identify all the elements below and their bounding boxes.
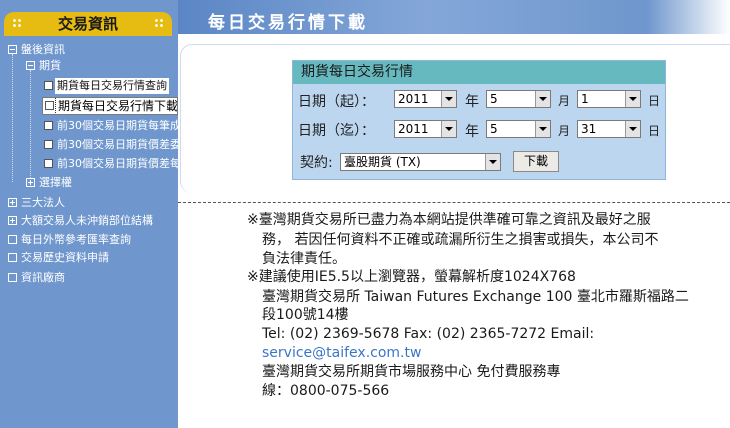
- tree-item-label: 交易歷史資料申請: [21, 251, 109, 264]
- page-icon: [8, 273, 17, 282]
- tree-item-label: 三大法人: [21, 196, 65, 209]
- tree-item-label: 期貨: [39, 59, 61, 72]
- contact-line: Tel: (02) 2369-5678 Fax: (02) 2365-7272 …: [262, 326, 595, 342]
- notice-line: 務， 若因任何資料不正確或疏漏所衍生之損害或損失，本公司不: [262, 232, 659, 248]
- chevron-down-icon[interactable]: [441, 121, 456, 137]
- download-button[interactable]: 下載: [513, 151, 559, 172]
- month-unit: 月: [558, 94, 571, 108]
- page-icon: [44, 81, 53, 90]
- start-date-label: 日期（起）：: [298, 94, 375, 110]
- tree-item-label: 前30個交易日期貨每筆成: [57, 119, 178, 132]
- page-icon: [45, 101, 54, 110]
- address-line: 臺灣期貨交易所 Taiwan Futures Exchange 100 臺北市羅…: [262, 289, 689, 305]
- tree-connector: [12, 54, 14, 182]
- tree-item-label: 資訊廠商: [21, 271, 65, 284]
- chevron-down-icon[interactable]: [625, 91, 640, 107]
- year-unit: 年: [465, 94, 479, 110]
- notice-line: ※臺灣期貨交易所已盡力為本網站提供準確可靠之資訊及最好之服: [247, 212, 651, 228]
- tree-item-label: 大額交易人未沖銷部位結構: [21, 214, 153, 227]
- sidebar-header: 交易資訊: [4, 12, 172, 36]
- tree-item-options[interactable]: 選擇權: [24, 175, 176, 191]
- end-day-select[interactable]: 31: [577, 120, 641, 138]
- page-icon: [44, 121, 53, 130]
- chevron-down-icon[interactable]: [441, 91, 456, 107]
- contract-select[interactable]: 臺股期貨 (TX): [340, 153, 501, 171]
- tree-item-history-request[interactable]: 交易歷史資料申請: [6, 250, 176, 266]
- day-unit: 日: [648, 94, 661, 108]
- year-unit: 年: [465, 124, 479, 140]
- month-unit: 月: [558, 124, 571, 138]
- expand-icon[interactable]: [26, 178, 35, 187]
- page-title: 每日交易行情下載: [208, 13, 368, 33]
- end-month-select[interactable]: 5: [486, 120, 551, 138]
- tree-item-after-hours[interactable]: 盤後資訊: [6, 42, 176, 58]
- hotline-line: 臺灣期貨交易所期貨市場服務中心 免付費服務專: [262, 364, 561, 380]
- tree-item-label: 期貨每日交易行情下載: [54, 98, 177, 114]
- tree-item-large-traders[interactable]: 大額交易人未沖銷部位結構: [6, 213, 176, 229]
- tree-item-30day-spread-orders[interactable]: 前30個交易日期貨價差委: [42, 137, 178, 153]
- dots-icon: [154, 18, 164, 28]
- sidebar: 交易資訊 盤後資訊 期貨 期貨每日交易行情查詢 期貨每日交易行情下載 前30個交…: [0, 0, 178, 428]
- day-unit: 日: [648, 124, 661, 138]
- sidebar-title: 交易資訊: [57, 15, 118, 33]
- tree-connector: [30, 70, 32, 182]
- start-day-value: 1: [581, 92, 589, 106]
- tree-item-institutional[interactable]: 三大法人: [6, 195, 176, 211]
- page-icon: [8, 235, 17, 244]
- address-line: 段100號14樓: [262, 307, 349, 323]
- end-year-select[interactable]: 2011: [394, 120, 457, 138]
- chevron-down-icon[interactable]: [535, 91, 550, 107]
- email-link[interactable]: service@taifex.com.tw: [262, 345, 421, 361]
- expand-icon[interactable]: [8, 198, 17, 207]
- chevron-down-icon[interactable]: [625, 121, 640, 137]
- contract-value: 臺股期貨 (TX): [344, 155, 421, 169]
- email-line: service@taifex.com.tw: [262, 344, 421, 363]
- collapse-icon[interactable]: [26, 61, 35, 70]
- page-icon: [44, 159, 53, 168]
- tree-item-daily-query[interactable]: 期貨每日交易行情查詢: [42, 78, 178, 94]
- end-day-value: 31: [581, 122, 597, 136]
- end-year-value: 2011: [398, 122, 429, 136]
- tree-item-daily-download[interactable]: 期貨每日交易行情下載: [42, 97, 178, 115]
- contract-label: 契約:: [300, 155, 333, 171]
- dots-icon: [12, 18, 22, 28]
- expand-icon[interactable]: [8, 216, 17, 225]
- tree-item-label: 期貨每日交易行情查詢: [55, 78, 169, 94]
- page-icon: [44, 140, 53, 149]
- start-year-select[interactable]: 2011: [394, 90, 457, 108]
- tree-item-fx-rates[interactable]: 每日外幣參考匯率查詢: [6, 232, 176, 248]
- tree-item-label: 前30個交易日期貨價差委: [57, 138, 178, 151]
- tree-item-futures[interactable]: 期貨: [24, 58, 176, 74]
- tree-item-label: 盤後資訊: [21, 43, 65, 56]
- end-date-label: 日期（迄）：: [298, 123, 375, 139]
- page-icon: [8, 253, 17, 262]
- chevron-down-icon[interactable]: [535, 121, 550, 137]
- tree-item-label: 每日外幣參考匯率查詢: [21, 233, 131, 246]
- tree-item-30day-trades[interactable]: 前30個交易日期貨每筆成: [42, 118, 178, 134]
- tree-item-30day-spread-trades[interactable]: 前30個交易日期貨價差每: [42, 156, 178, 172]
- tree-item-label: 前30個交易日期貨價差每: [57, 157, 178, 170]
- tree-item-label: 選擇權: [39, 176, 72, 189]
- start-month-select[interactable]: 5: [486, 90, 551, 108]
- start-year-value: 2011: [398, 92, 429, 106]
- chevron-down-icon[interactable]: [485, 154, 500, 170]
- tree-item-vendors[interactable]: 資訊廠商: [6, 270, 176, 286]
- collapse-icon[interactable]: [8, 45, 17, 54]
- hotline-line: 線：0800-075-566: [262, 383, 390, 399]
- start-month-value: 5: [490, 92, 498, 106]
- start-day-select[interactable]: 1: [577, 90, 641, 108]
- form-title: 期貨每日交易行情: [293, 61, 665, 84]
- browser-note: ※建議使用IE5.5以上瀏覽器，螢幕解析度1024X768: [247, 269, 576, 285]
- end-month-value: 5: [490, 122, 498, 136]
- divider: [178, 202, 730, 203]
- notice-line: 負法律責任。: [262, 251, 346, 267]
